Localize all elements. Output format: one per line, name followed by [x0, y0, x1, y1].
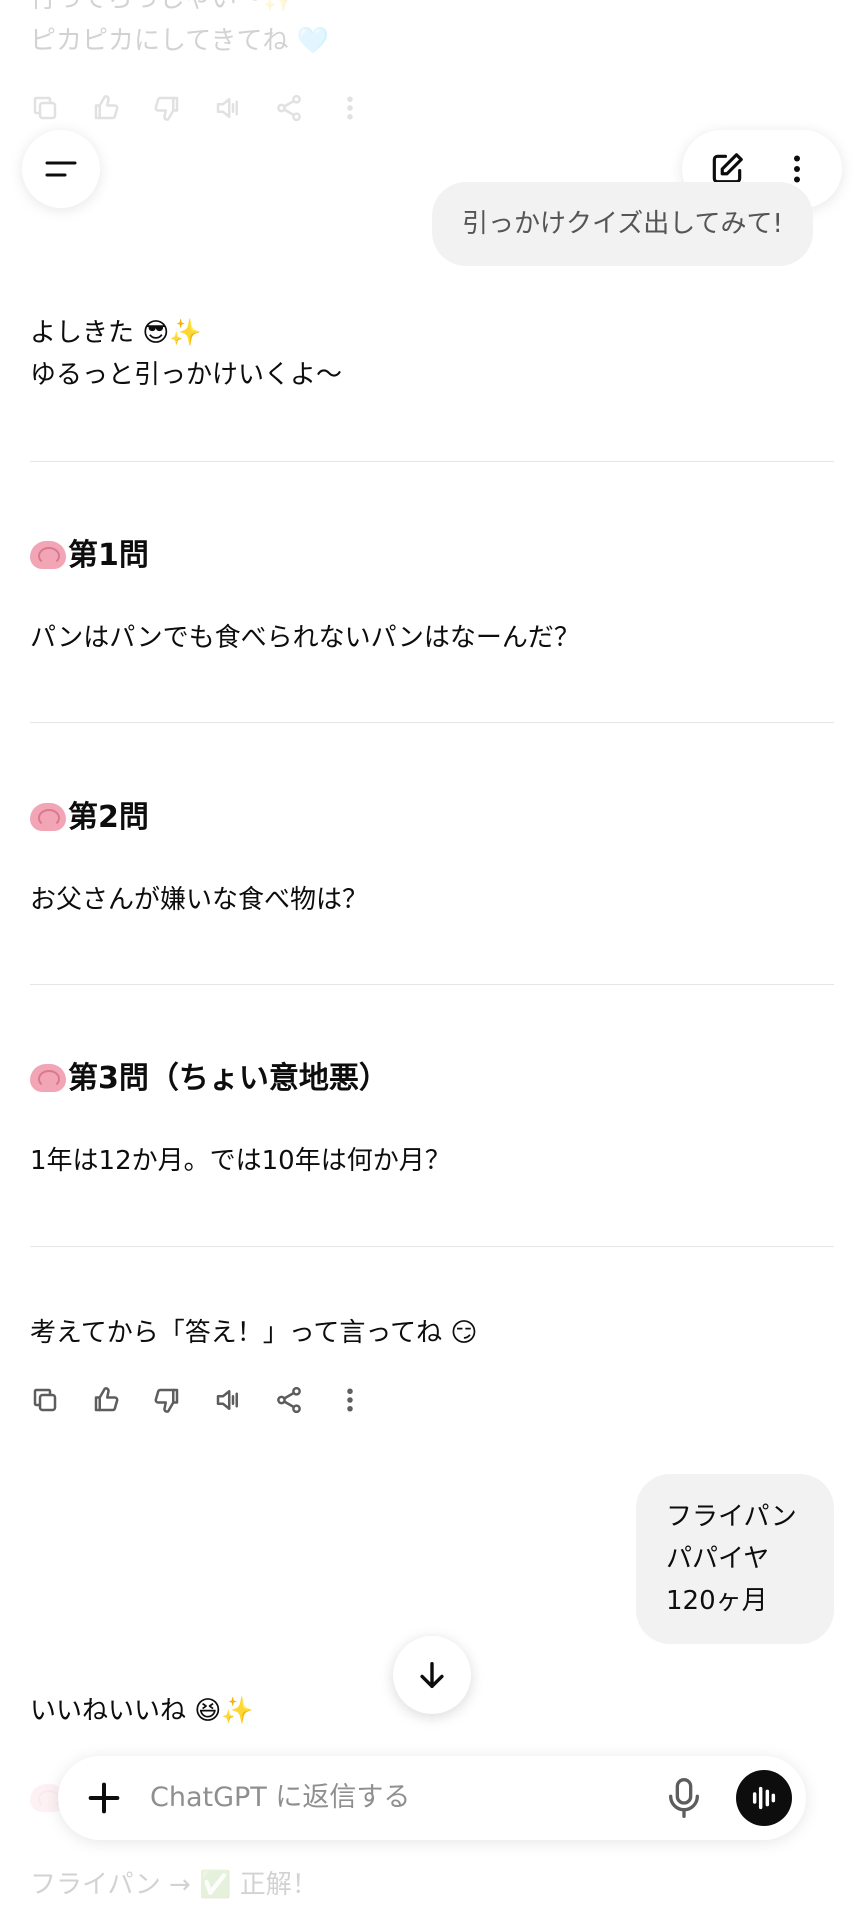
menu-icon: [45, 161, 77, 177]
user-message-line: 120ヶ月: [666, 1586, 768, 1616]
copy-icon[interactable]: [30, 1378, 91, 1422]
assistant-text-line: ゆるっと引っかけいくよ〜: [30, 360, 343, 390]
divider: [30, 1246, 834, 1247]
voice-mode-button[interactable]: [736, 1770, 792, 1826]
message-input[interactable]: ChatGPT に返信する: [150, 1778, 410, 1818]
arrow-down-icon: [420, 1661, 444, 1689]
brain-icon: [30, 541, 66, 569]
faded-message-line: フライパン → ✅ 正解！: [30, 1870, 318, 1900]
add-attachment-button[interactable]: [84, 1778, 124, 1818]
user-message-bubble: フライパン パパイヤ 120ヶ月: [636, 1474, 834, 1644]
message-actions: [30, 1378, 396, 1422]
microphone-icon: [669, 1778, 699, 1818]
user-message-text: 引っかけクイズ出してみて!: [462, 209, 783, 239]
more-icon[interactable]: [335, 1378, 396, 1422]
question-title: 第3問（ちょい意地悪）: [68, 1061, 389, 1096]
speaker-icon: [213, 86, 274, 130]
question-heading: 第2問: [30, 792, 149, 836]
assistant-text-line: いいねいいね 😆✨: [30, 1696, 254, 1726]
question-title: 第2問: [68, 800, 149, 835]
question-heading: 第3問（ちょい意地悪）: [30, 1053, 389, 1097]
scroll-to-bottom-button[interactable]: [393, 1636, 471, 1714]
divider: [30, 461, 834, 462]
user-message-bubble: 引っかけクイズ出してみて!: [432, 182, 813, 266]
faded-message-line: 行ってらっしゃい〜✨: [30, 0, 295, 20]
more-icon: [335, 86, 396, 130]
speaker-icon[interactable]: [213, 1378, 274, 1422]
faded-message-line: ピカピカにしてきてね 🩵: [30, 26, 330, 56]
faded-message-actions: [30, 86, 396, 130]
thumbs-up-icon[interactable]: [91, 1378, 152, 1422]
message-composer: ChatGPT に返信する: [58, 1756, 806, 1840]
share-icon[interactable]: [274, 1378, 335, 1422]
plus-icon: [88, 1782, 120, 1814]
voice-waveform-icon: [752, 1786, 776, 1810]
question-heading: 第1問: [30, 530, 149, 574]
brain-icon: [30, 803, 66, 831]
thumbs-up-icon: [91, 86, 152, 130]
divider: [30, 722, 834, 723]
thumbs-down-icon[interactable]: [152, 1378, 213, 1422]
microphone-button[interactable]: [664, 1776, 704, 1820]
question-title: 第1問: [68, 538, 149, 573]
question-text: 1年は12か月。では10年は何か月？: [30, 1146, 451, 1176]
question-text: パンはパンでも食べられないパンはなーんだ？: [30, 623, 580, 653]
question-text: お父さんが嫌いな食べ物は？: [30, 885, 369, 915]
assistant-text-line: よしきた 😎✨: [30, 318, 202, 348]
assistant-text-line: 考えてから「答え！」って言ってね 😏: [30, 1318, 478, 1348]
brain-icon: [30, 1064, 66, 1092]
menu-button[interactable]: [22, 130, 100, 208]
user-message-line: フライパン: [666, 1502, 797, 1532]
thumbs-down-icon: [152, 86, 213, 130]
divider: [30, 984, 834, 985]
copy-icon: [30, 86, 91, 130]
user-message-line: パパイヤ: [666, 1544, 770, 1574]
share-icon: [274, 86, 335, 130]
